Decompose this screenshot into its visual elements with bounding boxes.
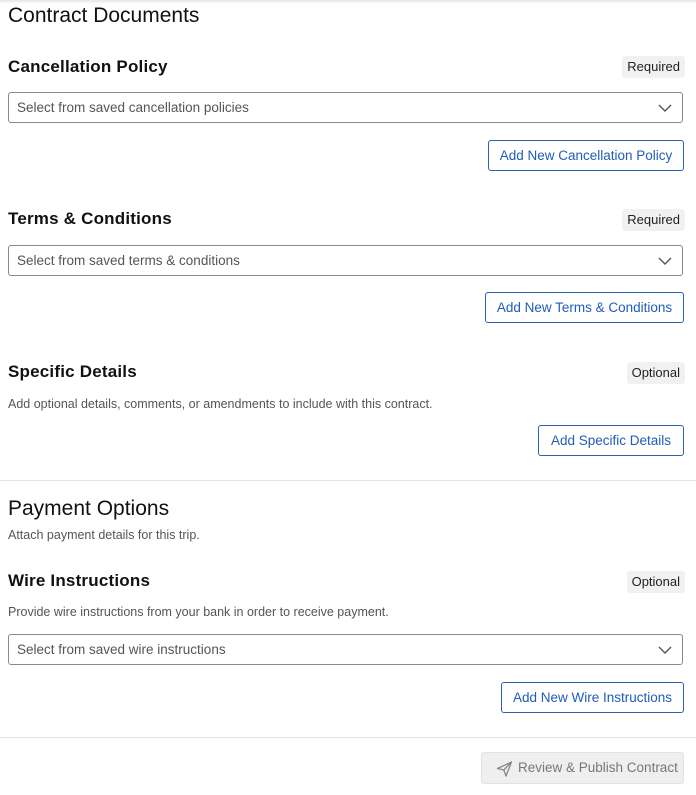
contract-documents-heading: Contract Documents [8,4,200,27]
cancellation-policy-select-value: Select from saved cancellation policies [17,100,249,115]
specific-details-description: Add optional details, comments, or amend… [8,397,433,411]
optional-badge: Optional [626,362,685,384]
wire-instructions-description: Provide wire instructions from your bank… [8,605,389,619]
review-publish-contract-label: Review & Publish Contract [518,760,678,775]
specific-details-title: Specific Details [8,362,137,381]
required-badge: Required [622,209,685,231]
add-wire-instructions-button[interactable]: Add New Wire Instructions [501,682,684,713]
review-publish-contract-button[interactable]: Review & Publish Contract [481,752,684,784]
terms-conditions-select-value: Select from saved terms & conditions [17,253,240,268]
wire-instructions-select-value: Select from saved wire instructions [17,642,226,657]
wire-instructions-title: Wire Instructions [8,571,151,590]
add-cancellation-policy-button[interactable]: Add New Cancellation Policy [488,140,684,171]
cancellation-policy-select[interactable]: Select from saved cancellation policies [8,92,683,123]
terms-conditions-title: Terms & Conditions [8,209,172,228]
cancellation-policy-title: Cancellation Policy [8,57,168,76]
optional-badge: Optional [626,571,685,593]
add-terms-conditions-button[interactable]: Add New Terms & Conditions [485,292,684,323]
paper-plane-icon [496,761,513,777]
footer-divider [0,737,696,738]
payment-options-heading: Payment Options [8,497,170,520]
add-specific-details-button[interactable]: Add Specific Details [538,425,684,456]
section-divider [0,480,696,481]
payment-options-description: Attach payment details for this trip. [8,528,200,542]
chevron-down-icon [658,646,672,654]
wire-instructions-select[interactable]: Select from saved wire instructions [8,634,683,665]
chevron-down-icon [658,257,672,265]
chevron-down-icon [658,104,672,112]
terms-conditions-select[interactable]: Select from saved terms & conditions [8,245,683,276]
required-badge: Required [622,56,685,78]
contract-page: Contract Documents Cancellation Policy R… [0,0,696,795]
